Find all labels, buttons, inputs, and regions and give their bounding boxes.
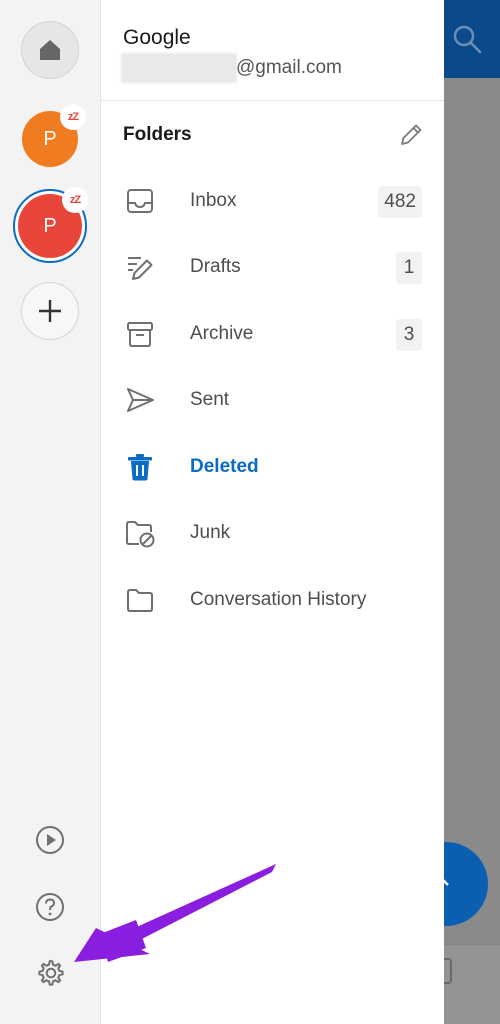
account-email: @gmail.com bbox=[236, 57, 342, 78]
folder-row-conversation-history[interactable]: Conversation History bbox=[101, 567, 444, 633]
junk-icon bbox=[123, 516, 157, 550]
folder-row-drafts[interactable]: Drafts 1 bbox=[101, 234, 444, 300]
drafts-icon bbox=[123, 250, 157, 284]
account-rail: P zZ P zZ bbox=[0, 0, 101, 1024]
folder-count-badge: 3 bbox=[396, 319, 422, 351]
archive-icon bbox=[123, 317, 157, 351]
snooze-badge: zZ bbox=[62, 187, 88, 213]
avatar-initial: P bbox=[43, 127, 57, 150]
folder-label: Archive bbox=[190, 323, 254, 344]
search-icon[interactable] bbox=[452, 24, 482, 54]
snooze-badge: zZ bbox=[60, 104, 86, 130]
folder-row-deleted[interactable]: Deleted bbox=[101, 434, 444, 500]
plus-icon bbox=[39, 300, 61, 322]
folder-label: Sent bbox=[190, 389, 230, 410]
help-icon[interactable] bbox=[33, 890, 67, 924]
folder-label: Junk bbox=[190, 522, 231, 543]
folder-count-badge: 482 bbox=[378, 186, 422, 218]
folder-row-sent[interactable]: Sent bbox=[101, 367, 444, 433]
folder-row-archive[interactable]: Archive 3 bbox=[101, 301, 444, 367]
inbox-icon bbox=[123, 184, 157, 218]
folder-row-inbox[interactable]: Inbox 482 bbox=[101, 168, 444, 234]
add-account-button[interactable] bbox=[21, 282, 79, 340]
folder-count-badge: 1 bbox=[396, 252, 422, 284]
account-header[interactable]: Google @gmail.com bbox=[101, 0, 444, 101]
folder-drawer: Google @gmail.com Folders Inbox 482 Draf… bbox=[101, 0, 444, 1024]
pencil-icon[interactable] bbox=[397, 121, 425, 149]
email-redaction bbox=[121, 53, 237, 83]
folder-row-junk[interactable]: Junk bbox=[101, 500, 444, 566]
home-button[interactable] bbox=[21, 21, 79, 79]
folder-label: Inbox bbox=[190, 190, 237, 211]
folder-label: Conversation History bbox=[190, 589, 367, 610]
folders-title: Folders bbox=[123, 124, 192, 145]
folder-label: Drafts bbox=[190, 256, 241, 277]
gear-icon[interactable] bbox=[33, 956, 67, 990]
sent-icon bbox=[123, 383, 157, 417]
snooze-icon: zZ bbox=[69, 194, 81, 206]
folder-label: Deleted bbox=[190, 456, 259, 477]
folder-icon bbox=[123, 583, 157, 617]
home-icon bbox=[40, 40, 60, 60]
avatar-initial: P bbox=[43, 214, 57, 237]
snooze-icon: zZ bbox=[67, 111, 79, 123]
play-icon[interactable] bbox=[33, 823, 67, 857]
account-name: Google bbox=[123, 26, 191, 49]
trash-icon bbox=[123, 450, 157, 484]
